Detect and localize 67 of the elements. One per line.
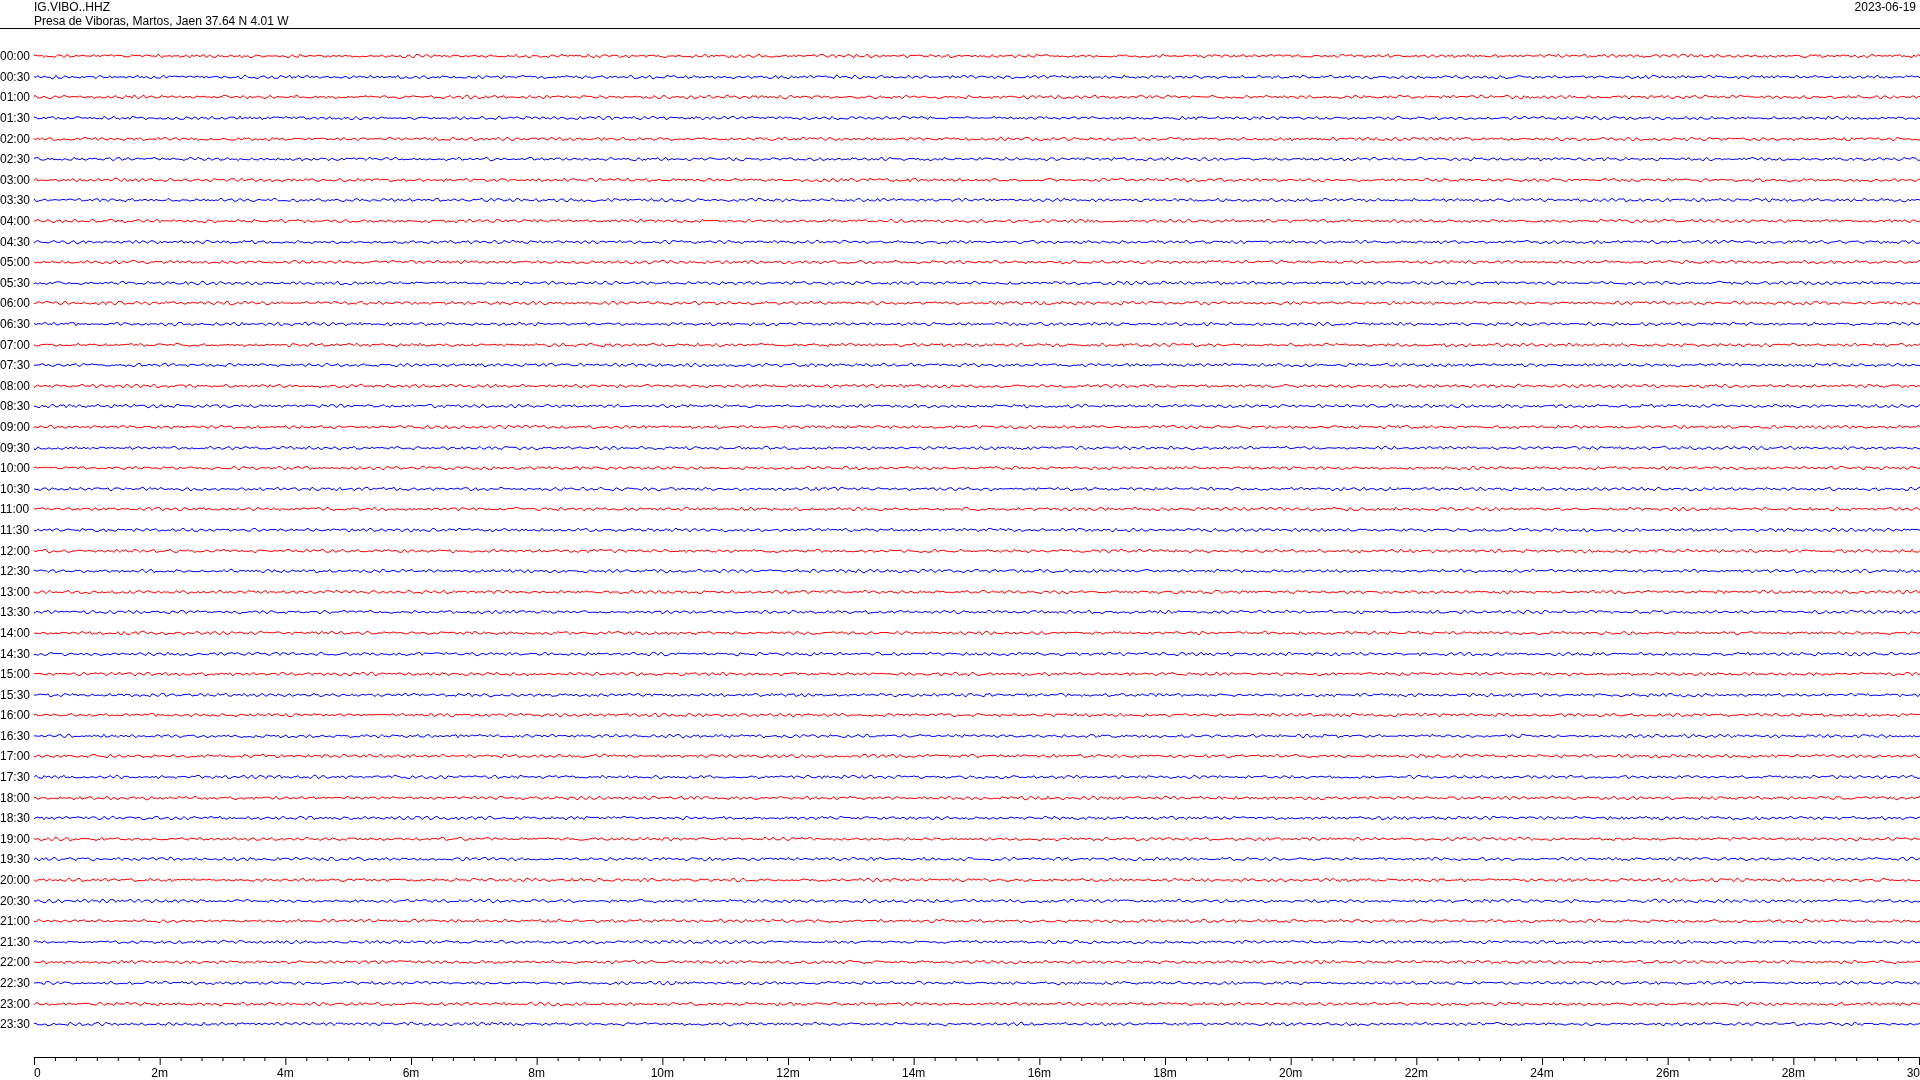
axis-tick-label: 22m	[1404, 1065, 1428, 1080]
row-time-label: 08:30	[0, 399, 32, 414]
axis-tick-label: 24m	[1530, 1065, 1554, 1080]
row-time-label: 18:00	[0, 790, 32, 805]
row-time-label: 13:00	[0, 584, 32, 599]
row-time-label: 14:00	[0, 625, 32, 640]
row-time-label: 19:30	[0, 852, 32, 867]
row-time-label: 12:00	[0, 543, 32, 558]
axis-tick-label: 4m	[277, 1065, 294, 1080]
row-time-label: 13:30	[0, 605, 32, 620]
row-time-label: 16:00	[0, 708, 32, 723]
row-time-label: 06:00	[0, 296, 32, 311]
row-time-label: 18:30	[0, 811, 32, 826]
row-time-label: 23:30	[0, 1017, 32, 1032]
row-time-label: 00:30	[0, 69, 32, 84]
axis-tick-label: 12m	[776, 1065, 800, 1080]
row-time-label: 22:00	[0, 955, 32, 970]
row-time-label: 00:00	[0, 49, 32, 64]
row-time-label: 04:00	[0, 214, 32, 229]
row-time-label: 01:00	[0, 90, 32, 105]
row-time-label: 01:30	[0, 111, 32, 126]
axis-tick-label: 10m	[650, 1065, 674, 1080]
row-time-label: 16:30	[0, 728, 32, 743]
row-time-label: 10:00	[0, 461, 32, 476]
row-time-label: 19:00	[0, 831, 32, 846]
row-time-label: 21:00	[0, 914, 32, 929]
row-time-label: 15:30	[0, 687, 32, 702]
row-time-label: 17:30	[0, 770, 32, 785]
row-time-label: 02:30	[0, 152, 32, 167]
row-time-label: 20:00	[0, 873, 32, 888]
record-date: 2023-06-19	[1854, 0, 1916, 14]
row-time-label: 10:30	[0, 481, 32, 496]
row-time-label: 05:00	[0, 255, 32, 270]
row-time-label: 04:30	[0, 234, 32, 249]
row-time-label: 15:00	[0, 667, 32, 682]
row-time-label: 17:00	[0, 749, 32, 764]
row-time-label: 07:00	[0, 337, 32, 352]
axis-tick-label: 6m	[402, 1065, 420, 1080]
row-time-label: 11:00	[0, 502, 31, 517]
row-time-label: 09:30	[0, 440, 32, 455]
row-time-label: 09:00	[0, 420, 32, 434]
row-time-label: 07:30	[0, 358, 32, 373]
row-time-label: 12:30	[0, 564, 32, 579]
axis-tick-label: 28m	[1781, 1065, 1805, 1080]
station-location: Presa de Viboras, Martos, Jaen 37.64 N 4.01 W	[34, 14, 289, 28]
row-time-label: 02:00	[0, 131, 32, 146]
axis-tick-label: 14m	[902, 1065, 926, 1080]
axis-tick-label: 0	[34, 1065, 41, 1080]
axis-tick-label: 30	[1906, 1065, 1920, 1080]
row-time-label: 06:30	[0, 317, 32, 331]
row-time-label: 08:00	[0, 378, 32, 393]
row-time-label: 22:30	[0, 976, 32, 990]
axis-tick-label: 20m	[1279, 1065, 1303, 1080]
row-time-label: 03:00	[0, 172, 32, 187]
station-code: IG.VIBO..HHZ	[34, 0, 111, 14]
row-time-label: 21:30	[0, 934, 32, 949]
row-time-label: 14:30	[0, 646, 32, 661]
row-time-label: 03:30	[0, 193, 32, 208]
axis-tick-label: 2m	[151, 1065, 168, 1080]
row-time-label: 05:30	[0, 275, 32, 290]
axis-tick-label: 16m	[1027, 1065, 1051, 1080]
axis-tick-label: 18m	[1153, 1065, 1177, 1080]
axis-tick-label: 26m	[1656, 1065, 1680, 1080]
row-time-label: 11:30	[0, 522, 31, 537]
axis-tick-label: 8m	[528, 1065, 545, 1080]
row-time-label: 20:30	[0, 893, 32, 908]
row-time-label: 23:00	[0, 996, 32, 1011]
